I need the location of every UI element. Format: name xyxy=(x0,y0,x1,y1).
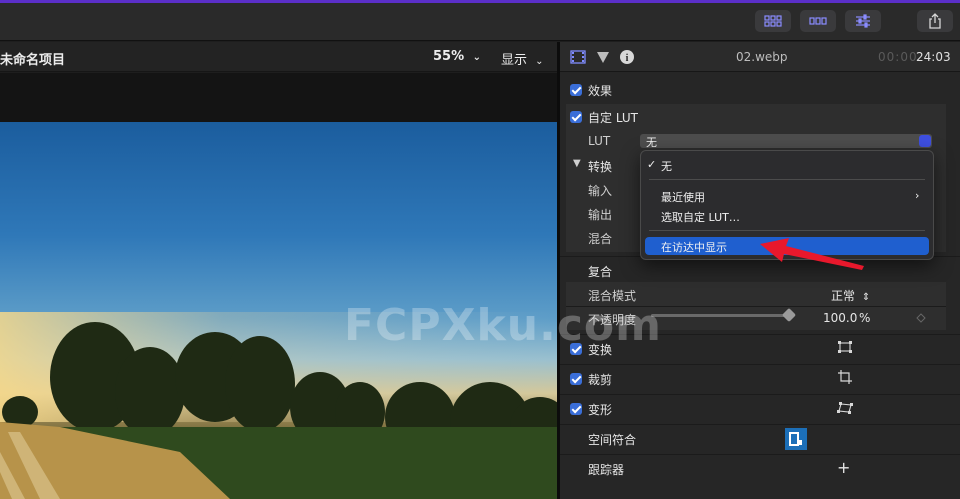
composite-title: 复合 xyxy=(588,265,613,279)
main-toolbar xyxy=(0,3,960,41)
custom-lut-checkbox[interactable] xyxy=(570,111,582,123)
menu-item-recent[interactable]: 最近使用 › xyxy=(641,187,933,205)
library-grid-button[interactable] xyxy=(755,10,791,32)
menu-separator xyxy=(649,230,925,231)
project-title: 未命名项目 xyxy=(0,53,66,68)
crop-label: 裁剪 xyxy=(588,373,613,387)
inspector-header: i 02.webp 00:00 24:03 xyxy=(560,42,960,72)
watermark-logo-icon xyxy=(785,428,807,450)
blend-mode-value: 正常 xyxy=(831,289,856,303)
viewer-letterbox xyxy=(0,73,557,122)
lut-label: LUT xyxy=(588,134,611,148)
divider-line xyxy=(560,394,960,395)
spatial-conform-label: 空间符合 xyxy=(588,433,637,447)
zoom-menu[interactable]: 55% ⌄ xyxy=(433,49,481,64)
share-button[interactable] xyxy=(917,10,953,32)
display-menu-label: 显示 xyxy=(501,53,528,68)
timecode-dim: 00:00 xyxy=(878,50,918,64)
video-inspector-icon[interactable] xyxy=(570,50,586,64)
info-icon[interactable]: i xyxy=(619,49,635,65)
custom-lut-title: 自定 LUT xyxy=(588,111,639,125)
effects-checkbox[interactable] xyxy=(570,84,582,96)
menu-item-none-label: 无 xyxy=(661,160,672,173)
chevron-updown-icon: ⇕ xyxy=(861,292,871,303)
menu-item-none[interactable]: ✓ 无 xyxy=(641,156,933,174)
lut-popup[interactable]: 无 xyxy=(640,134,932,149)
inspector-toggle-button[interactable] xyxy=(845,10,881,32)
lut-popup-chevron-icon[interactable] xyxy=(919,135,931,147)
clip-duration: 24:03 xyxy=(916,50,951,64)
disclosure-triangle-icon[interactable]: ▼ xyxy=(573,158,581,169)
menu-item-choose-lut[interactable]: 选取自定 LUT… xyxy=(641,207,933,225)
svg-text:i: i xyxy=(626,53,629,64)
divider-line xyxy=(560,424,960,425)
mix-label: 混合 xyxy=(588,232,613,246)
input-label: 输入 xyxy=(588,184,613,198)
opacity-unit: % xyxy=(859,311,871,325)
menu-item-choose-lut-label: 选取自定 LUT… xyxy=(661,211,740,224)
blend-mode-popup[interactable]: 正常 ⇕ xyxy=(831,287,870,304)
menu-separator xyxy=(649,179,925,180)
chevron-down-icon: ⌄ xyxy=(472,52,482,63)
effects-label: 效果 xyxy=(588,84,613,98)
tracker-label: 跟踪器 xyxy=(588,463,625,477)
menu-item-reveal-label: 在访达中显示 xyxy=(661,241,727,254)
distort-label: 变形 xyxy=(588,403,613,417)
timeline-view-button[interactable] xyxy=(800,10,836,32)
checkmark-icon: ✓ xyxy=(647,158,657,171)
sliders-icon xyxy=(856,14,870,28)
filmstrip-icon xyxy=(809,17,827,25)
zoom-value: 55% xyxy=(433,49,465,64)
divider-line xyxy=(560,364,960,365)
output-label: 输出 xyxy=(588,208,613,222)
add-tracker-plus-icon[interactable]: + xyxy=(837,458,850,477)
color-inspector-icon[interactable] xyxy=(596,51,610,64)
clip-name: 02.webp xyxy=(736,50,788,64)
watermark-text: FCPXku.com xyxy=(344,300,662,351)
chevron-down-icon: ⌄ xyxy=(535,56,544,67)
divider-line xyxy=(560,454,960,455)
menu-item-recent-label: 最近使用 xyxy=(661,191,705,204)
viewer-header: 未命名项目 55% ⌄ 显示 ⌄ xyxy=(0,42,557,72)
transform-onscreen-icon[interactable] xyxy=(838,341,852,353)
distort-onscreen-icon[interactable] xyxy=(837,402,853,414)
chevron-right-icon: › xyxy=(915,189,920,202)
lut-popup-value: 无 xyxy=(646,136,657,149)
distort-checkbox[interactable] xyxy=(570,403,582,415)
display-menu[interactable]: 显示 ⌄ xyxy=(501,49,544,68)
keyframe-icon[interactable] xyxy=(916,313,926,323)
opacity-value[interactable]: 100.0 xyxy=(823,311,857,325)
crop-onscreen-icon[interactable] xyxy=(838,370,852,384)
share-icon xyxy=(929,13,941,29)
crop-checkbox[interactable] xyxy=(570,373,582,385)
annotation-arrow-icon xyxy=(760,238,864,270)
opacity-slider[interactable] xyxy=(651,314,789,317)
convert-label: 转换 xyxy=(588,160,613,174)
grid-icon xyxy=(764,15,782,27)
